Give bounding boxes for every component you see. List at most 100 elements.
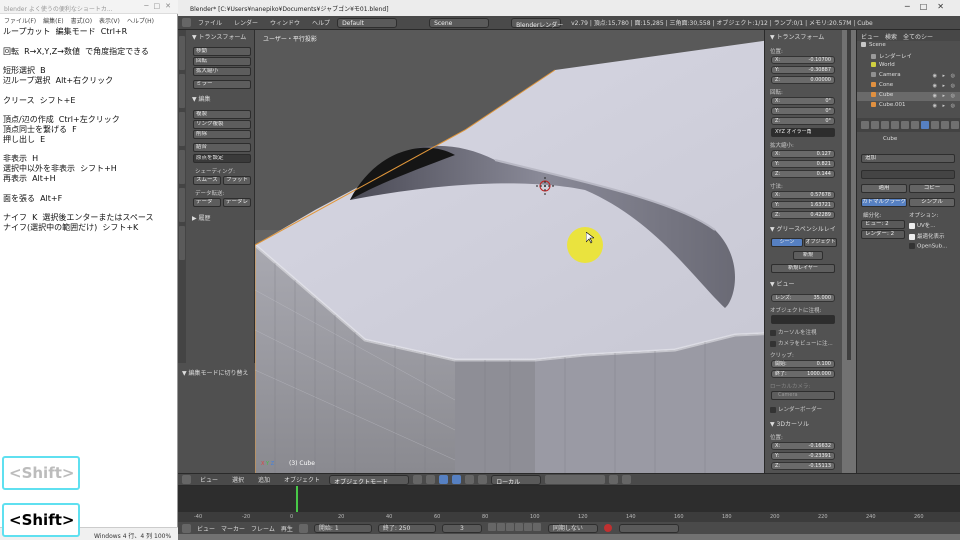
rotation-y-field[interactable]: Y: 0° <box>771 107 835 115</box>
timeline-menu-view[interactable]: ビュー <box>197 524 215 533</box>
tab-physics[interactable] <box>179 188 185 222</box>
current-frame-field[interactable]: 3 <box>441 523 482 533</box>
lens-field[interactable]: レンズ: 35.000 <box>771 294 835 302</box>
menu-help[interactable]: ヘルプ <box>307 18 335 27</box>
optimal-display-checkbox[interactable]: 最適化表示 <box>909 232 945 240</box>
add-modifier-select[interactable]: 追加 <box>861 154 955 163</box>
prev-keyframe-icon[interactable] <box>496 523 505 531</box>
outliner-row[interactable]: Cone ◉ ▸ ◎ <box>857 82 960 91</box>
menu-render[interactable]: レンダー <box>229 18 263 27</box>
timeline-menu-marker[interactable]: マーカー <box>221 524 245 533</box>
copy-button[interactable]: コピー <box>909 184 955 193</box>
texture-tab-icon[interactable] <box>951 121 959 129</box>
render-tab-icon[interactable] <box>861 121 869 129</box>
timeline-playhead[interactable] <box>296 486 298 512</box>
play-icon[interactable] <box>514 523 523 531</box>
simple-button[interactable]: シンプル <box>909 198 955 207</box>
header-menu-add[interactable]: 追加 <box>253 475 275 484</box>
cursor-y-field[interactable]: Y: -0.23391 <box>771 452 835 460</box>
tab-relations[interactable] <box>179 112 185 146</box>
playback-controls[interactable] <box>487 523 542 533</box>
jump-end-icon[interactable] <box>532 523 541 531</box>
scale-manipulator-icon[interactable] <box>478 475 488 484</box>
tab-animation[interactable] <box>179 150 185 184</box>
grease-scene-button[interactable]: シーン <box>771 238 803 247</box>
view-header[interactable]: ▼ ビュー <box>770 279 795 288</box>
outliner-row[interactable]: Scene <box>857 42 960 51</box>
snap-icon[interactable] <box>609 475 619 484</box>
scene-tab-icon[interactable] <box>881 121 889 129</box>
translate-manipulator-icon[interactable] <box>452 475 462 484</box>
window-controls[interactable]: ─□✕ <box>144 2 176 10</box>
duplicate-linked-button[interactable]: リンク複製 <box>193 120 251 129</box>
data-transfer-button[interactable]: データ <box>193 198 221 207</box>
rotation-x-field[interactable]: X: 0° <box>771 97 835 105</box>
notepad-menu-file[interactable]: ファイル(F) <box>4 16 36 25</box>
jump-start-icon[interactable] <box>487 523 496 531</box>
pivot-point-icon[interactable] <box>426 475 436 484</box>
outliner-search-menu[interactable]: 検索 <box>885 32 897 41</box>
duplicate-button[interactable]: 複製 <box>193 110 251 119</box>
lock-cursor-checkbox[interactable]: カーソルを注視 <box>770 328 817 336</box>
outliner-view-menu[interactable]: ビュー <box>861 32 879 41</box>
editor-type-icon[interactable] <box>182 475 191 484</box>
uv-smooth-checkbox[interactable]: UVを... <box>909 221 936 229</box>
constraints-tab-icon[interactable] <box>911 121 919 129</box>
data-tab-icon[interactable] <box>931 121 939 129</box>
dimensions-z-field[interactable]: Z: 0.42289 <box>771 211 835 219</box>
delete-button[interactable]: 削除 <box>193 130 251 139</box>
subdiv-render-field[interactable]: レンダー: 2 <box>861 230 905 239</box>
lock-object-field[interactable] <box>771 315 835 324</box>
transform-header[interactable]: ▼ トランスフォーム <box>770 32 824 41</box>
join-button[interactable]: 結合 <box>193 143 251 152</box>
blender-logo-icon[interactable] <box>182 18 191 27</box>
grease-object-button[interactable]: オブジェクト <box>804 238 837 247</box>
tab-grease-pencil[interactable] <box>179 226 185 260</box>
start-frame-field[interactable]: 開始: 1 <box>313 523 372 533</box>
rotation-mode-select[interactable]: XYZ オイラー角 <box>771 128 835 137</box>
next-keyframe-icon[interactable] <box>523 523 532 531</box>
outliner-row[interactable]: Cube.001 ◉ ▸ ◎ <box>857 102 960 111</box>
shading-mode-icon[interactable] <box>413 475 423 484</box>
sync-mode-select[interactable]: 同期しない <box>547 523 598 533</box>
outliner-row[interactable]: World <box>857 62 960 71</box>
end-frame-field[interactable]: 終了: 250 <box>377 523 436 533</box>
object-tab-icon[interactable] <box>901 121 909 129</box>
header-menu-view[interactable]: ビュー <box>195 475 223 484</box>
notepad-menu-view[interactable]: 表示(V) <box>99 16 120 25</box>
manipulator-icon[interactable] <box>439 475 449 484</box>
scale-x-field[interactable]: X: 0.127 <box>771 150 835 158</box>
preview-range-icon[interactable] <box>298 523 308 533</box>
mirror-button[interactable]: ミラー <box>193 80 251 89</box>
keying-set-field[interactable] <box>618 523 679 533</box>
layer-grid-icon[interactable] <box>545 475 606 484</box>
visibility-toggle-icon[interactable]: ◉ ▸ ◎ <box>933 73 957 79</box>
layers-tab-icon[interactable] <box>871 121 879 129</box>
world-tab-icon[interactable] <box>891 121 899 129</box>
notepad-text-area[interactable]: ループカット 編集モード Ctrl+R 回転 R→X,Y,Z→数値 で角度指定でき… <box>3 27 175 233</box>
scale-z-field[interactable]: Z: 0.144 <box>771 170 835 178</box>
tab-tools[interactable] <box>179 36 185 70</box>
header-menu-object[interactable]: オブジェクト <box>279 475 325 484</box>
cursor-x-field[interactable]: X: -0.16632 <box>771 442 835 450</box>
visibility-toggle-icon[interactable]: ◉ ▸ ◎ <box>933 93 957 99</box>
outliner-row[interactable]: レンダーレイ <box>857 52 960 61</box>
new-layer-button[interactable]: 新規レイヤー <box>771 264 835 273</box>
shade-smooth-button[interactable]: スムーズ <box>193 176 221 185</box>
3d-viewport[interactable]: ユーザー・平行投影 X Y Z (3) Cube <box>255 30 842 473</box>
opensubdiv-checkbox[interactable]: OpenSub... <box>909 243 947 250</box>
data-layout-button[interactable]: データレ <box>223 198 251 207</box>
notepad-menu-format[interactable]: 書式(O) <box>71 16 92 25</box>
play-reverse-icon[interactable] <box>505 523 514 531</box>
scale-button[interactable]: 拡大縮小 <box>193 67 251 76</box>
modifier-header[interactable] <box>861 170 955 179</box>
menu-file[interactable]: ファイル <box>193 18 227 27</box>
transform-orientation-select[interactable]: ローカル <box>491 474 542 486</box>
timeline-menu-playback[interactable]: 再生 <box>281 524 293 533</box>
location-z-field[interactable]: Z: 0.00000 <box>771 76 835 84</box>
blender-window-controls[interactable]: ─□✕ <box>905 2 954 11</box>
timeline-editor-icon[interactable] <box>182 523 191 533</box>
visibility-toggle-icon[interactable]: ◉ ▸ ◎ <box>933 83 957 89</box>
tab-create[interactable] <box>179 74 185 108</box>
local-camera-field[interactable]: Camera <box>771 391 835 400</box>
